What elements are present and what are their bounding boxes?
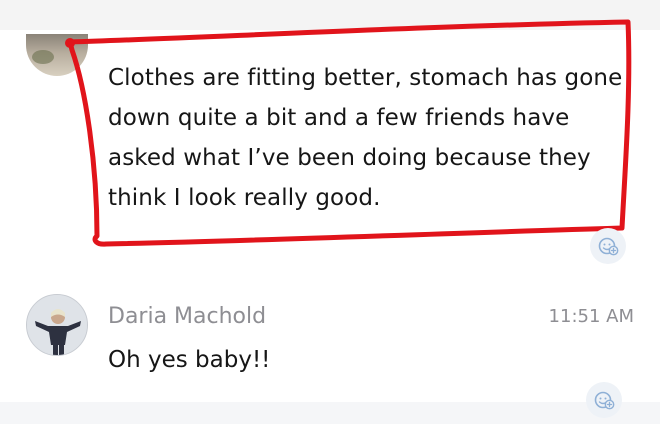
add-reaction-button[interactable] (590, 228, 626, 264)
add-reaction-icon (598, 237, 619, 256)
add-reaction-button-2[interactable] (586, 382, 622, 418)
previous-user-avatar[interactable] (26, 34, 88, 76)
message-timestamp: 11:51 AM (548, 306, 634, 327)
bottom-band (0, 402, 660, 424)
top-band (0, 0, 660, 30)
avatar-photo (27, 295, 87, 355)
daria-avatar[interactable] (26, 294, 88, 356)
message-text: Oh yes baby!! (108, 347, 271, 373)
add-reaction-icon (594, 391, 615, 410)
message-author[interactable]: Daria Machold (108, 300, 266, 334)
message-text-highlighted: Clothes are fitting better, stomach has … (108, 65, 623, 211)
